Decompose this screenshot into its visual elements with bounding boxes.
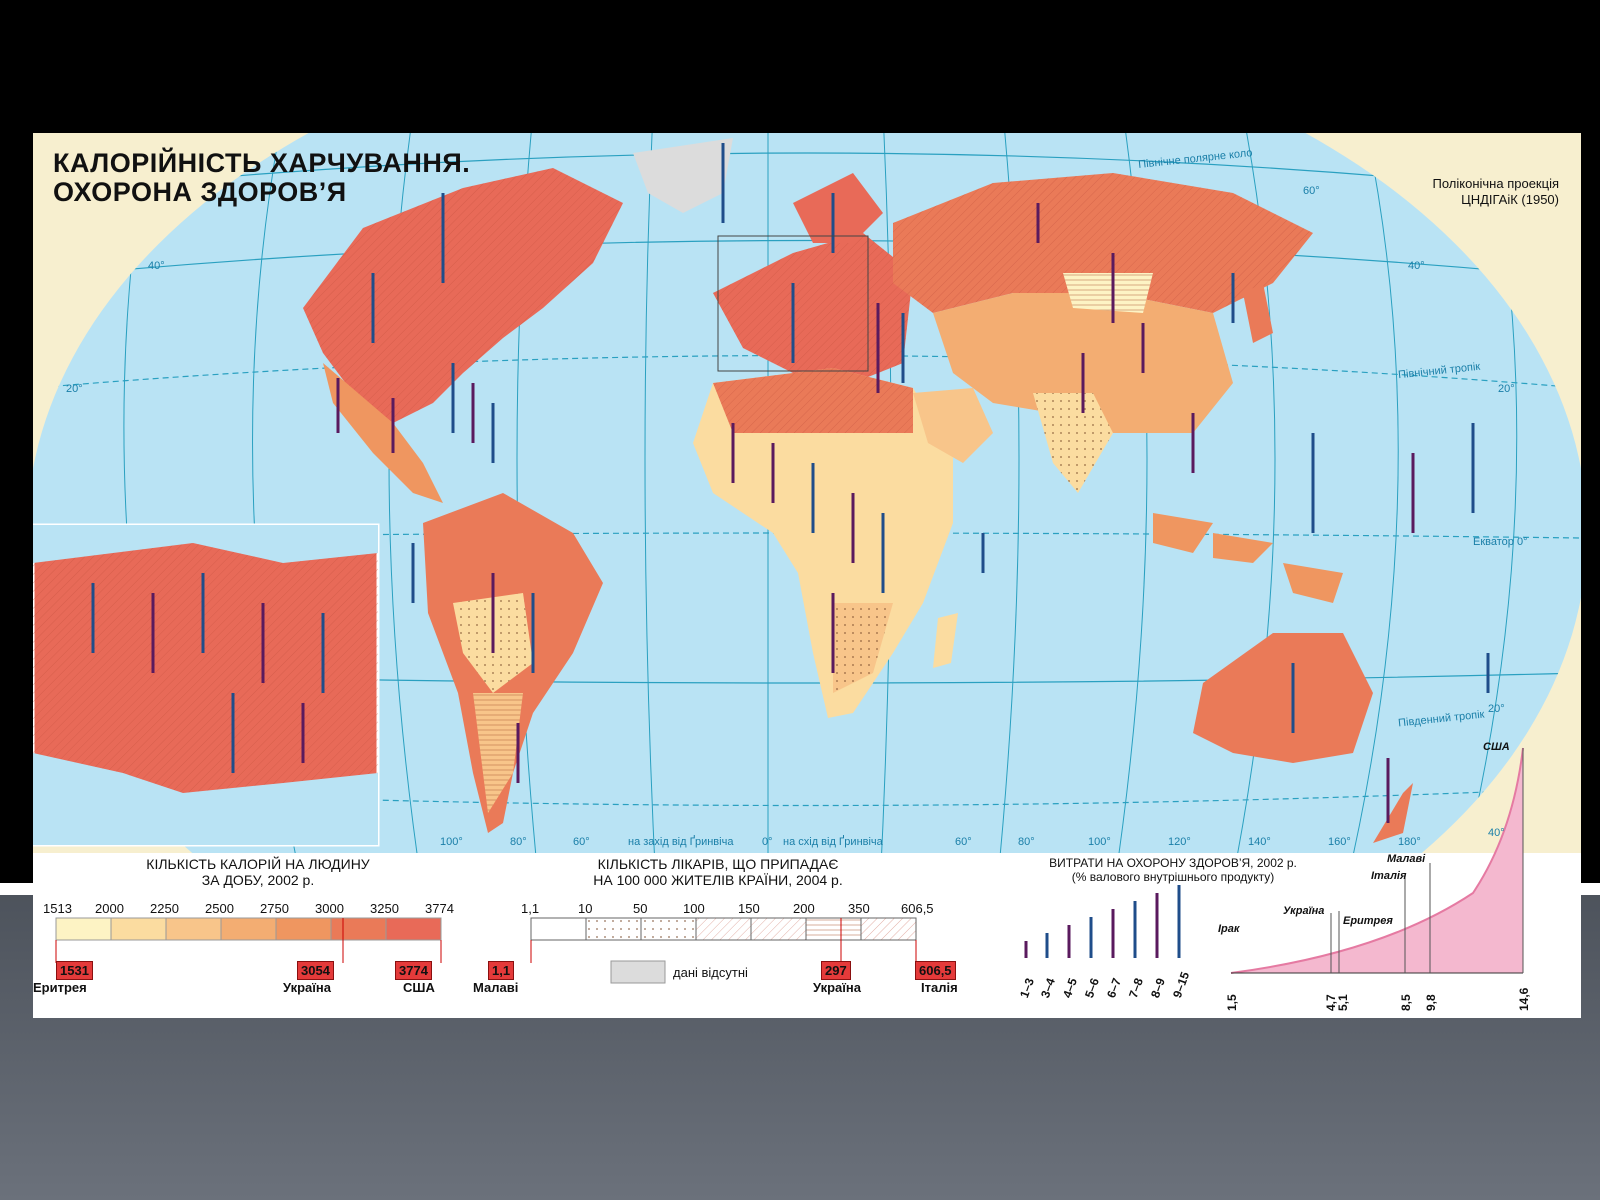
equator-label: Екватор 0° xyxy=(1473,536,1528,548)
curve-country-usa: США xyxy=(1483,741,1510,753)
doctors-marker-italy-country: Італія xyxy=(921,980,958,995)
lon-100w-label: 100° xyxy=(440,836,463,848)
curve-country-eritrea: Еритрея xyxy=(1343,915,1393,927)
doctors-marker-malawi-value: 1,1 xyxy=(488,961,515,980)
projection-line1: Поліконічна проекція xyxy=(1432,176,1559,191)
lat-40s-label: 40° xyxy=(1488,827,1505,839)
curve-x-tick-1: 1,5 xyxy=(1225,994,1239,1011)
doctors-legend-title-line2: НА 100 000 ЖИТЕЛІВ КРАЇНИ, 2004 р. xyxy=(593,872,843,888)
doctors-tick-5: 150 xyxy=(738,901,760,916)
calories-marker-usa-country: США xyxy=(403,980,435,995)
calories-tick-1: 1513 xyxy=(43,901,72,916)
doctors-marker-malawi-country: Малаві xyxy=(473,980,519,995)
doctors-tick-1: 1,1 xyxy=(521,901,540,916)
projection-note: Поліконічна проекція ЦНДІГАіК (1950) xyxy=(1433,176,1559,208)
doctors-tick-7: 350 xyxy=(848,901,870,916)
no-data-label: дані відсутні xyxy=(673,965,748,980)
calories-marker-eritrea-country: Еритрея xyxy=(33,980,87,995)
curve-x-tick-6: 14,6 xyxy=(1517,987,1531,1011)
calories-marker-usa-value: 3774 xyxy=(395,961,432,980)
health-legend-title: ВИТРАТИ НА ОХОРОНУ ЗДОРОВ’Я, 2002 р. (% … xyxy=(1023,856,1323,884)
calories-tick-4: 2500 xyxy=(205,901,234,916)
lon-80e-label: 80° xyxy=(1018,836,1035,848)
lon-60e-label: 60° xyxy=(955,836,972,848)
calories-tick-2: 2000 xyxy=(95,901,124,916)
curve-country-ukraine: Україна xyxy=(1283,905,1325,917)
doctors-tick-3: 50 xyxy=(633,901,648,916)
health-legend-title-line2: (% валового внутрішнього продукту) xyxy=(1071,870,1275,884)
curve-country-italy: Італія xyxy=(1371,870,1407,882)
lat-40-label-east: 40° xyxy=(1408,260,1425,272)
lon-100e-label: 100° xyxy=(1088,836,1111,848)
doctors-tick-4: 100 xyxy=(683,901,705,916)
doctors-marker-ukraine-country: Україна xyxy=(813,980,862,995)
calories-legend-title-line2: ЗА ДОБУ, 2002 р. xyxy=(201,872,315,888)
doctors-legend-title: КІЛЬКІСТЬ ЛІКАРІВ, ЩО ПРИПАДАЄ НА 100 00… xyxy=(548,856,888,888)
map-title-line1: КАЛОРІЙНІСТЬ ХАРЧУВАННЯ. xyxy=(53,148,471,178)
calories-marker-ukraine-value: 3054 xyxy=(297,961,334,980)
map-frame: КАЛОРІЙНІСТЬ ХАРЧУВАННЯ. ОХОРОНА ЗДОРОВ’… xyxy=(33,133,1581,1018)
calories-tick-5: 2750 xyxy=(260,901,289,916)
calories-legend-title: КІЛЬКІСТЬ КАЛОРІЙ НА ЛЮДИНУ ЗА ДОБУ, 200… xyxy=(93,856,423,888)
lat-20-label-east: 20° xyxy=(1498,383,1515,395)
curve-x-tick-4: 8,5 xyxy=(1399,994,1413,1011)
curve-x-tick-3: 5,1 xyxy=(1336,994,1350,1011)
calories-tick-7: 3250 xyxy=(370,901,399,916)
curve-country-iraq: Ірак xyxy=(1218,923,1240,935)
calories-tick-3: 2250 xyxy=(150,901,179,916)
lon-180-label: 180° xyxy=(1398,836,1421,848)
calories-tick-6: 3000 xyxy=(315,901,344,916)
doctors-marker-ukraine-value: 297 xyxy=(821,961,851,980)
lat-40-label-west: 40° xyxy=(148,260,165,272)
lon-120e-label: 120° xyxy=(1168,836,1191,848)
zero-meridian-label: 0° xyxy=(762,836,773,848)
doctors-tick-6: 200 xyxy=(793,901,815,916)
doctors-marker-italy-value: 606,5 xyxy=(915,961,956,980)
calories-legend-title-line1: КІЛЬКІСТЬ КАЛОРІЙ НА ЛЮДИНУ xyxy=(146,856,370,872)
lon-80w-label: 80° xyxy=(510,836,527,848)
east-of-greenwich-label: на схід від Ґринвіча xyxy=(783,836,883,848)
doctors-tick-8: 606,5 xyxy=(901,901,934,916)
doctors-tick-2: 10 xyxy=(578,901,593,916)
lon-160e-label: 160° xyxy=(1328,836,1351,848)
curve-x-tick-5: 9,8 xyxy=(1424,994,1438,1011)
doctors-legend-title-line1: КІЛЬКІСТЬ ЛІКАРІВ, ЩО ПРИПАДАЄ xyxy=(597,856,839,872)
west-of-greenwich-label: на захід від Ґринвіча xyxy=(628,836,734,848)
lat-60-label: 60° xyxy=(1303,185,1320,197)
calories-marker-eritrea-value: 1531 xyxy=(56,961,93,980)
health-legend-title-line1: ВИТРАТИ НА ОХОРОНУ ЗДОРОВ’Я, 2002 р. xyxy=(1049,856,1297,870)
map-title-line2: ОХОРОНА ЗДОРОВ’Я xyxy=(53,177,347,207)
curve-country-malawi: Малаві xyxy=(1387,853,1426,865)
lat-20-label-south: 20° xyxy=(1488,703,1505,715)
lat-20-label-west: 20° xyxy=(66,383,83,395)
calories-tick-8: 3774 xyxy=(425,901,454,916)
projection-line2: ЦНДІГАіК (1950) xyxy=(1461,192,1559,207)
lon-140e-label: 140° xyxy=(1248,836,1271,848)
map-title: КАЛОРІЙНІСТЬ ХАРЧУВАННЯ. ОХОРОНА ЗДОРОВ’… xyxy=(53,149,470,207)
lon-60w-label: 60° xyxy=(573,836,590,848)
calories-marker-ukraine-country: Україна xyxy=(283,980,332,995)
